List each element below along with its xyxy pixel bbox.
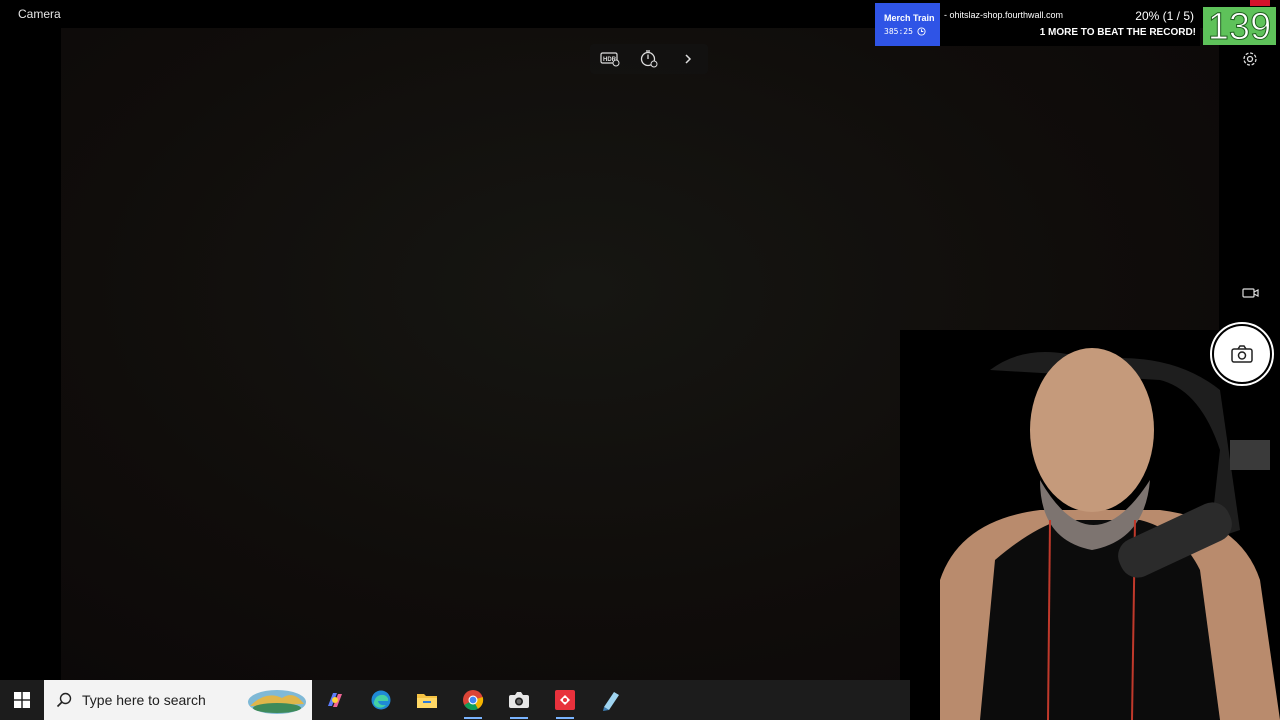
chrome-icon[interactable] — [450, 680, 496, 720]
timer-value: 385:25 — [884, 27, 913, 36]
red-app-icon[interactable] — [542, 680, 588, 720]
file-explorer-icon[interactable] — [404, 680, 450, 720]
record-message: 1 MORE TO BEAT THE RECORD! — [1039, 27, 1196, 38]
clock-icon — [917, 27, 926, 36]
app-title: Camera — [18, 7, 61, 21]
merch-site: - ohitslaz-shop.fourthwall.com — [944, 10, 1064, 20]
edge-icon[interactable] — [358, 680, 404, 720]
hdr-icon[interactable]: HDR — [596, 45, 624, 73]
search-placeholder: Type here to search — [82, 692, 206, 708]
merch-train-timer: 385:25 — [884, 27, 940, 36]
camera-toolbar: HDR — [590, 44, 708, 74]
timer-icon[interactable] — [635, 45, 663, 73]
camera-icon — [1231, 345, 1253, 363]
merch-train-title: Merch Train — [884, 13, 935, 23]
taskbar: Type here to search — [0, 680, 910, 720]
search-icon — [56, 692, 72, 708]
merch-progress: 20% (1 / 5) — [1135, 9, 1194, 23]
chevron-right-icon[interactable] — [674, 45, 702, 73]
red-tab-decor — [1250, 0, 1270, 6]
video-camera-icon[interactable] — [1242, 286, 1260, 300]
hype-counter: 139 — [1203, 7, 1276, 48]
webcam-feed — [900, 330, 1280, 720]
camera-app-icon[interactable] — [496, 680, 542, 720]
notepad-icon[interactable] — [588, 680, 634, 720]
merch-train-badge: Merch Train 385:25 — [875, 3, 940, 46]
gear-icon[interactable] — [1240, 49, 1260, 69]
taskbar-search[interactable]: Type here to search — [44, 680, 312, 720]
search-highlight-icon — [248, 690, 306, 714]
merch-train-overlay: Merch Train 385:25 - ohitslaz-shop.fourt… — [875, 3, 1200, 46]
copilot-icon[interactable] — [312, 680, 358, 720]
windows-start-icon[interactable] — [0, 680, 44, 720]
shutter-button[interactable] — [1210, 322, 1274, 386]
